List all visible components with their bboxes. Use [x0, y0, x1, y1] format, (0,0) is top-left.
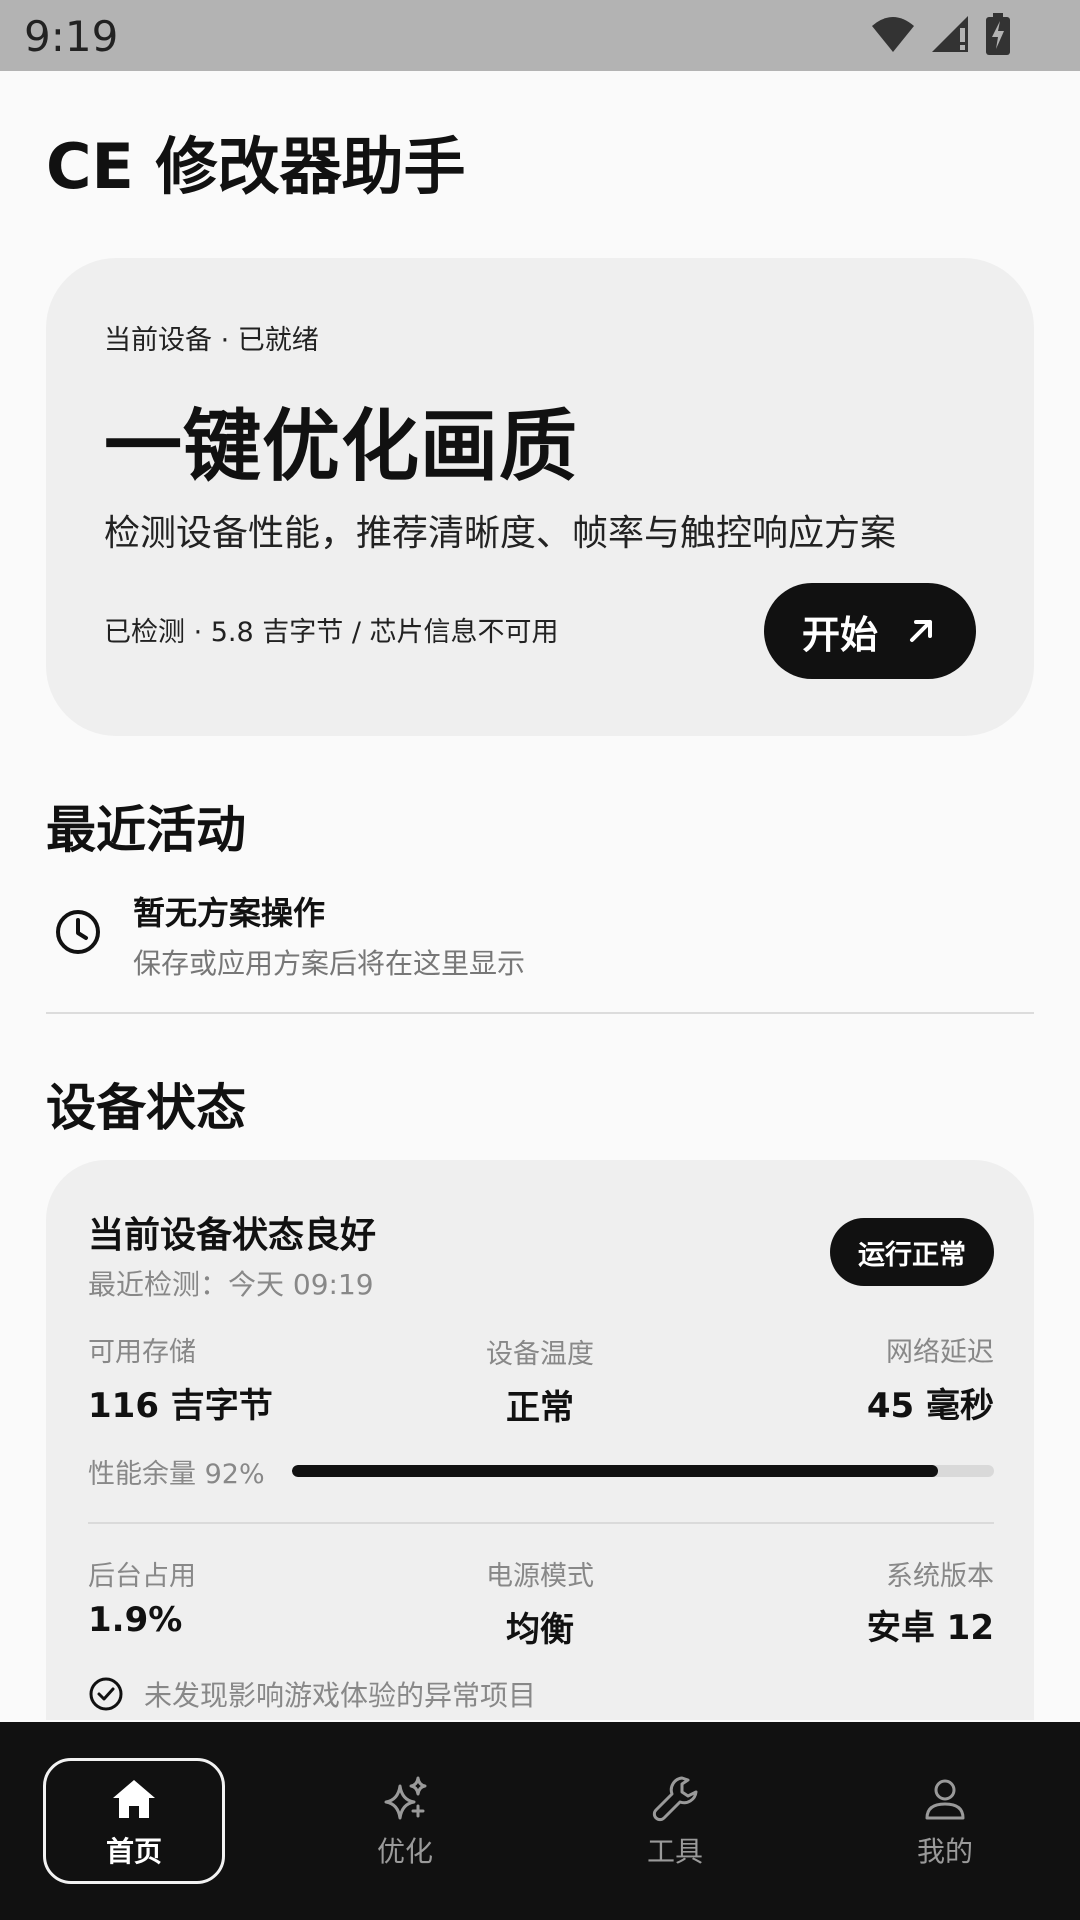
status-heading: 当前设备状态良好: [88, 1215, 377, 1256]
status-badge: 运行正常: [830, 1218, 994, 1286]
status-bar: 9:19: [0, 0, 1080, 71]
device-ready-label: 当前设备 · 已就绪: [104, 325, 319, 356]
status-time: 9:19: [24, 12, 119, 61]
performance-bar-fill: [292, 1465, 938, 1477]
person-icon: [925, 1779, 965, 1820]
start-button-label: 开始: [801, 612, 878, 657]
recent-activity-title: 最近活动: [46, 801, 246, 859]
hero-title: 一键优化画质: [104, 402, 579, 492]
nav-tools-label: 工具: [646, 1835, 703, 1868]
status-icons: [870, 12, 1010, 56]
check-result-row: 未发现影响游戏体验的异常项目: [88, 1674, 536, 1714]
activity-empty-subtitle: 保存或应用方案后将在这里显示: [133, 947, 526, 980]
home-icon: [113, 1780, 155, 1818]
system-version-label: 系统版本: [886, 1561, 994, 1592]
performance-label: 性能余量 92%: [88, 1459, 265, 1490]
nav-optimize-label: 优化: [376, 1835, 433, 1868]
clock-icon: [56, 910, 100, 954]
nav-home[interactable]: 首页: [43, 1758, 225, 1884]
device-status-title: 设备状态: [46, 1079, 246, 1137]
activity-empty-title: 暂无方案操作: [133, 894, 326, 932]
arrow-up-right-icon: [910, 620, 932, 642]
latency-value: 45 毫秒: [866, 1386, 994, 1426]
device-status-card: 当前设备状态良好 最近检测：今天 09:19 运行正常 可用存储 116 吉字节…: [46, 1160, 1034, 1720]
battery-icon: [986, 13, 1010, 55]
nav-mine[interactable]: 我的: [854, 1758, 1036, 1884]
nav-mine-label: 我的: [916, 1835, 973, 1868]
check-circle-icon: [89, 1677, 123, 1711]
wifi-icon: [872, 17, 914, 52]
check-result-text: 未发现影响游戏体验的异常项目: [144, 1679, 537, 1712]
hero-description: 检测设备性能，推荐清晰度、帧率与触控响应方案: [104, 513, 897, 554]
start-button[interactable]: 开始: [764, 583, 976, 679]
sparkle-icon: [384, 1776, 427, 1820]
nav-optimize[interactable]: 优化: [314, 1758, 496, 1884]
system-version-value: 安卓 12: [866, 1608, 994, 1648]
detection-meta: 已检测 · 5.8 吉字节 / 芯片信息不可用: [104, 617, 559, 648]
wrench-icon: [652, 1776, 698, 1822]
nav-home-label: 首页: [105, 1835, 162, 1868]
section-divider: [46, 1012, 1034, 1014]
latency-label: 网络延迟: [886, 1337, 994, 1368]
optimize-hero-card: 当前设备 · 已就绪 一键优化画质 检测设备性能，推荐清晰度、帧率与触控响应方案…: [46, 258, 1034, 736]
page-title: CE 修改器助手: [46, 130, 466, 203]
signal-icon: [932, 16, 968, 52]
performance-bar: [292, 1465, 994, 1477]
bottom-nav: 首页 优化 工具 我的: [0, 1722, 1080, 1920]
last-check-time: 最近检测：今天 09:19: [88, 1268, 374, 1301]
card-divider: [88, 1522, 994, 1524]
nav-tools[interactable]: 工具: [584, 1758, 766, 1884]
